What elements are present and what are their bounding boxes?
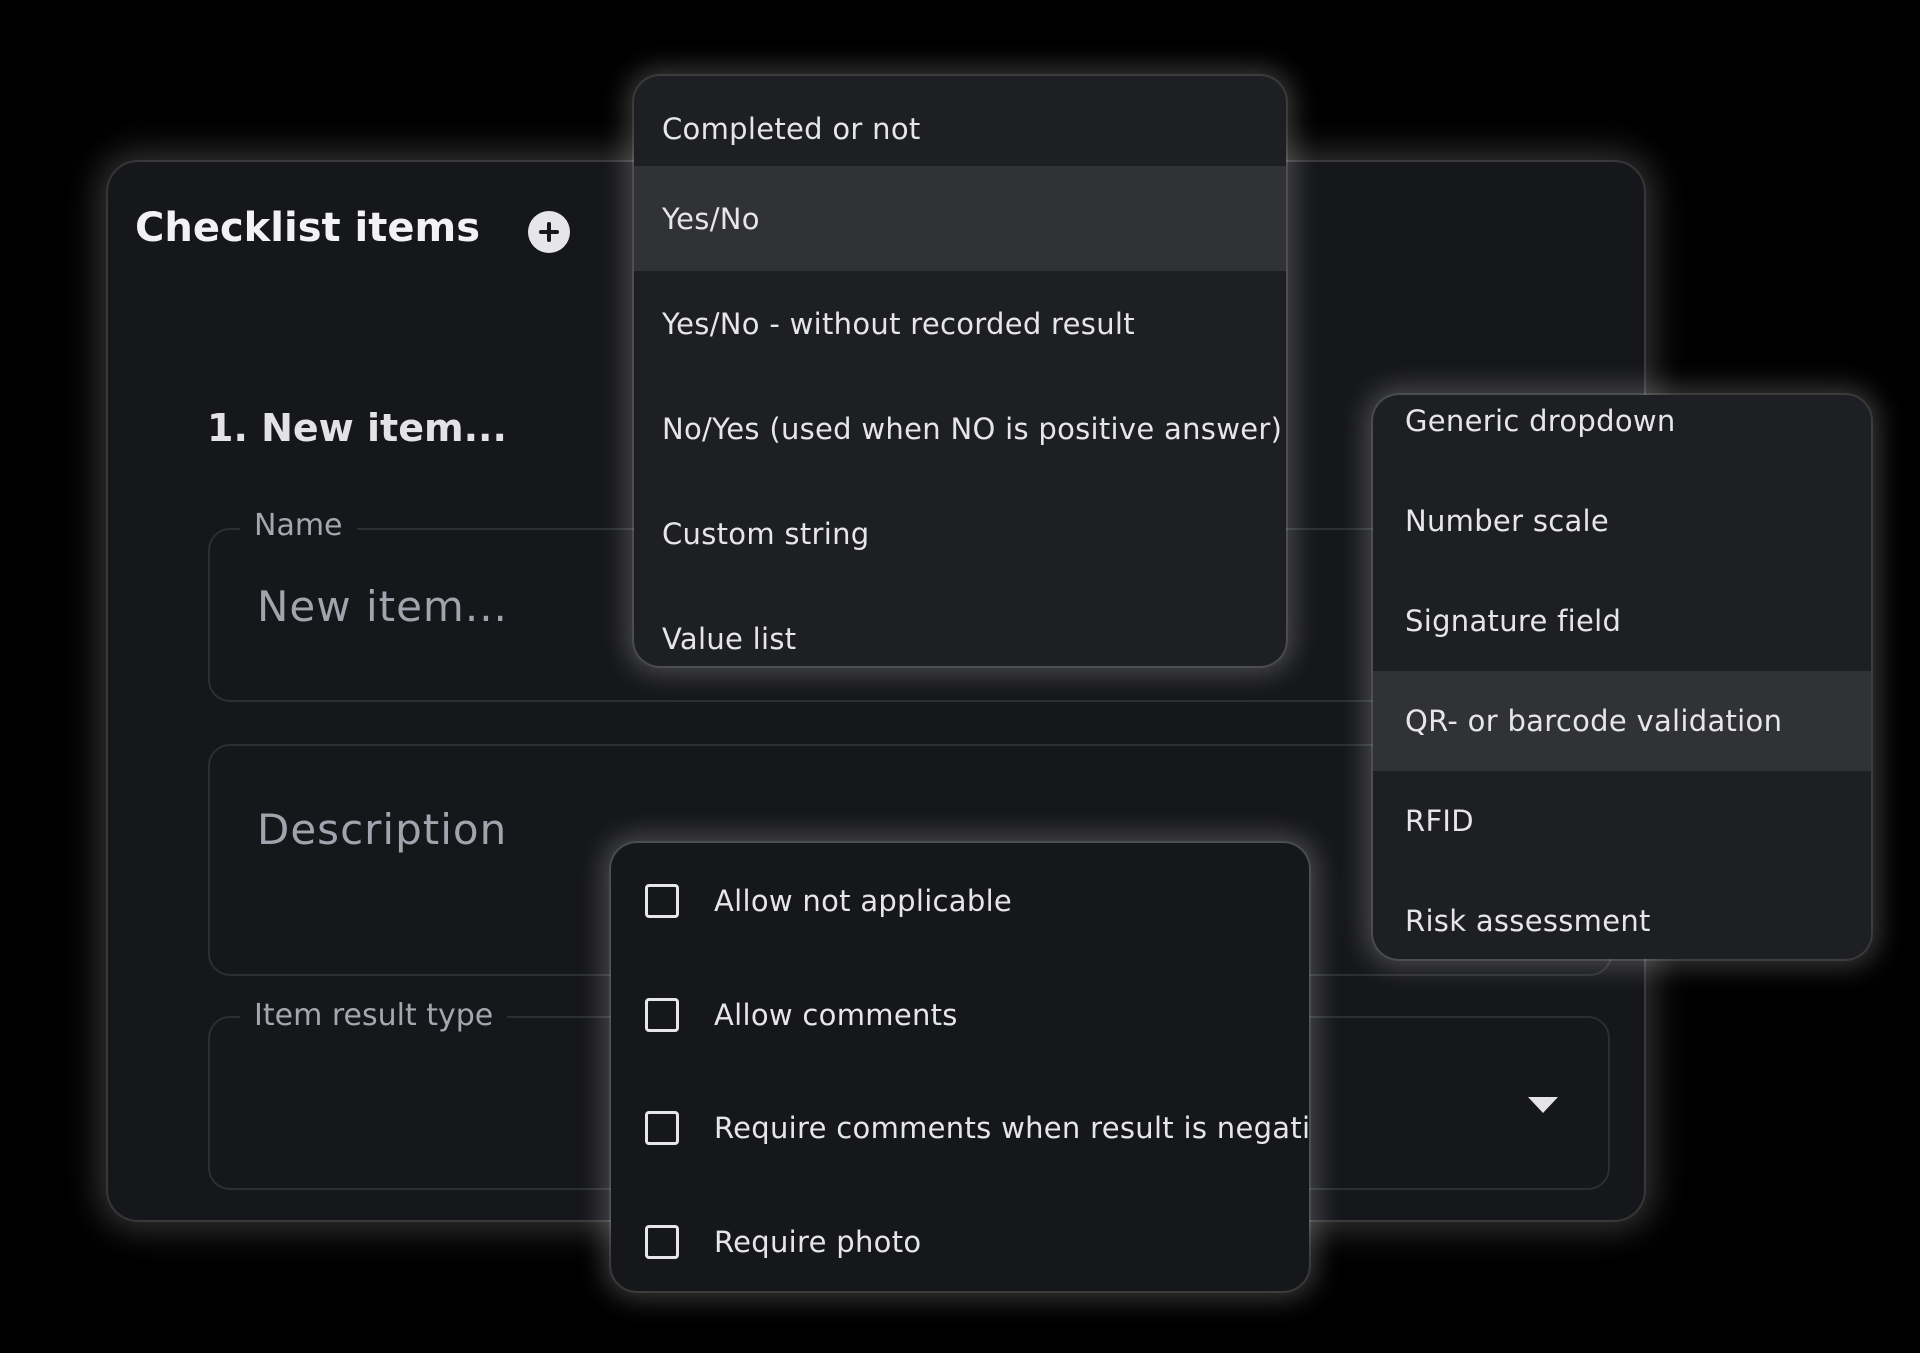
menu-item-generic-dropdown[interactable]: Generic dropdown — [1373, 395, 1871, 471]
menu-item-number-scale[interactable]: Number scale — [1373, 471, 1871, 571]
menu-item-risk-assessment[interactable]: Risk assessment — [1373, 871, 1871, 959]
page-stage: Checklist items 1. New item... Name New … — [0, 0, 1920, 1353]
name-field-label: Name — [240, 508, 357, 543]
menu-item-value-list[interactable]: Value list — [634, 586, 1286, 666]
card-title: Checklist items — [135, 205, 480, 251]
menu-item-rfid[interactable]: RFID — [1373, 771, 1871, 871]
option-require-comments-negative[interactable]: Require comments when result is negative — [611, 1083, 1309, 1173]
option-label: Allow comments — [714, 998, 958, 1032]
item-heading: 1. New item... — [207, 406, 507, 450]
menu-item-no-yes[interactable]: No/Yes (used when NO is positive answer) — [634, 376, 1286, 481]
result-type-menu-more: Generic dropdown Number scale Signature … — [1373, 395, 1871, 959]
menu-item-qr-barcode-validation[interactable]: QR- or barcode validation — [1373, 671, 1871, 771]
menu-item-yes-no-without-result[interactable]: Yes/No - without recorded result — [634, 271, 1286, 376]
option-require-photo[interactable]: Require photo — [611, 1197, 1309, 1287]
option-label: Require photo — [714, 1225, 922, 1259]
item-options-panel: Allow not applicable Allow comments Requ… — [611, 843, 1309, 1291]
option-label: Require comments when result is negative — [714, 1111, 1309, 1145]
description-placeholder[interactable]: Description — [257, 805, 507, 854]
add-item-button[interactable] — [528, 211, 570, 253]
menu-item-signature-field[interactable]: Signature field — [1373, 571, 1871, 671]
option-label: Allow not applicable — [714, 884, 1013, 918]
checkbox-empty-icon[interactable] — [645, 1111, 679, 1145]
checkbox-empty-icon[interactable] — [645, 998, 679, 1032]
menu-item-yes-no[interactable]: Yes/No — [634, 166, 1286, 271]
menu-item-custom-string[interactable]: Custom string — [634, 481, 1286, 586]
result-type-menu: Completed or not Yes/No Yes/No - without… — [634, 76, 1286, 666]
caret-down-icon[interactable] — [1528, 1097, 1558, 1113]
checkbox-empty-icon[interactable] — [645, 884, 679, 918]
option-allow-comments[interactable]: Allow comments — [611, 970, 1309, 1060]
checkbox-empty-icon[interactable] — [645, 1225, 679, 1259]
option-allow-not-applicable[interactable]: Allow not applicable — [611, 856, 1309, 946]
item-result-type-label: Item result type — [240, 998, 508, 1033]
name-field-value[interactable]: New item... — [257, 582, 508, 631]
